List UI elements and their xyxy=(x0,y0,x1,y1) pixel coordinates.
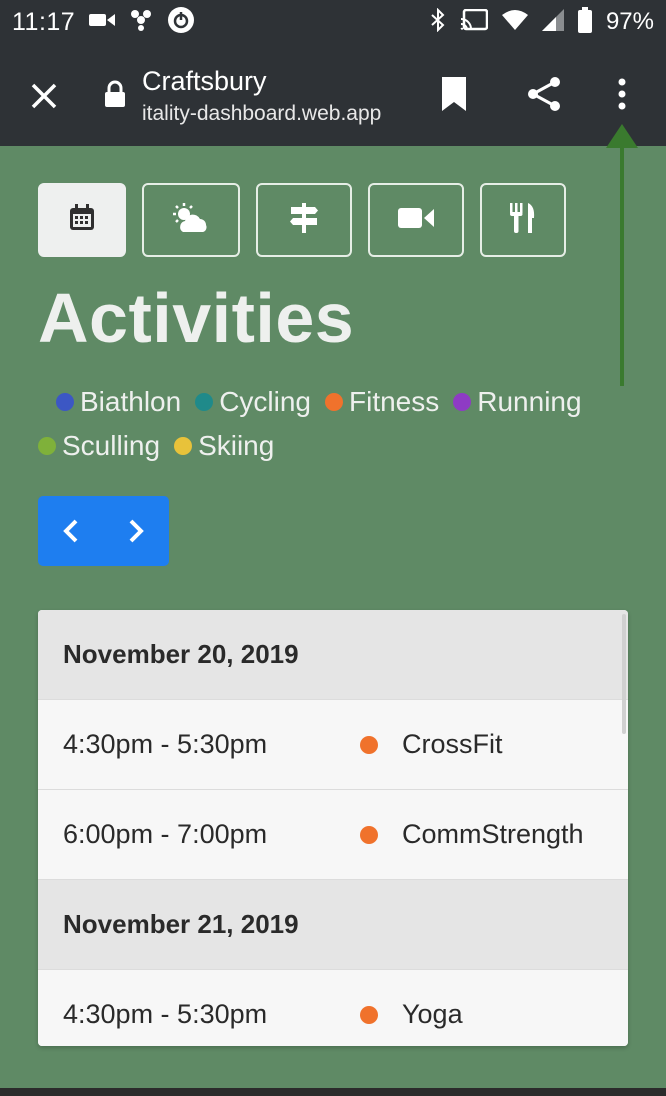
event-time: 6:00pm - 7:00pm xyxy=(63,819,268,849)
bottom-edge xyxy=(0,1088,666,1096)
legend-label: Fitness xyxy=(349,386,440,417)
event-category-dot xyxy=(360,825,378,844)
legend-label: Skiing xyxy=(198,430,275,461)
legend-item-sculling[interactable]: Sculling xyxy=(38,424,160,468)
legend-item-biathlon[interactable]: Biathlon xyxy=(56,380,181,424)
status-left: 11:17 xyxy=(12,6,195,39)
cluster-icon xyxy=(129,8,153,37)
event-category-dot xyxy=(360,1005,378,1024)
legend-label: Sculling xyxy=(62,430,161,461)
status-bar: 11:17 97% xyxy=(0,0,666,44)
utensils-icon xyxy=(508,202,538,239)
power-icon xyxy=(167,6,195,39)
battery-icon xyxy=(577,6,592,38)
chevron-left-icon xyxy=(62,519,78,543)
status-right: 97% xyxy=(430,6,654,38)
bluetooth-icon xyxy=(430,7,446,37)
event-row[interactable]: 4:30pm - 5:30pm CrossFit xyxy=(38,700,628,790)
legend-dot xyxy=(38,437,56,455)
signpost-icon xyxy=(288,202,320,239)
legend-dot xyxy=(325,393,343,411)
tab-dining[interactable] xyxy=(480,183,566,257)
event-row[interactable]: 4:30pm - 5:30pm Yoga xyxy=(38,970,628,1046)
battery-percent: 97% xyxy=(605,8,654,35)
video-camera-icon xyxy=(89,12,116,33)
custom-tab-toolbar: Craftsbury itality-dashboard.web.app xyxy=(0,44,666,146)
event-name: Yoga xyxy=(402,999,463,1029)
legend-item-cycling[interactable]: Cycling xyxy=(195,380,311,424)
wifi-icon xyxy=(501,9,528,36)
status-time: 11:17 xyxy=(12,7,76,36)
previous-button[interactable] xyxy=(51,511,91,551)
activity-legend: Biathlon Cycling Fitness Running Sculling Ski… xyxy=(38,380,598,468)
legend-item-fitness[interactable]: Fitness xyxy=(325,380,439,424)
next-button[interactable] xyxy=(116,511,156,551)
legend-dot xyxy=(453,393,472,411)
tab-video[interactable] xyxy=(368,183,464,257)
annotation-arrow-icon xyxy=(606,124,638,386)
share-icon[interactable] xyxy=(524,74,564,119)
bookmark-icon[interactable] xyxy=(438,74,470,119)
event-row[interactable]: 6:00pm - 7:00pm CommStrength xyxy=(38,790,628,880)
site-title: Craftsbury xyxy=(142,66,267,96)
legend-item-skiing[interactable]: Skiing xyxy=(174,424,274,468)
schedule-list: November 20, 2019 4:30pm - 5:30pm CrossFit… xyxy=(38,610,628,1046)
cast-icon xyxy=(460,8,489,36)
legend-label: Cycling xyxy=(219,386,311,417)
site-url[interactable]: itality-dashboard.web.app xyxy=(142,102,381,126)
calendar-icon xyxy=(67,203,97,238)
chevron-right-icon xyxy=(129,519,145,543)
page-title: Activities xyxy=(38,279,355,357)
event-time: 4:30pm - 5:30pm xyxy=(63,999,268,1029)
legend-dot xyxy=(195,393,214,411)
legend-item-running[interactable]: Running xyxy=(453,380,582,424)
signal-icon xyxy=(541,8,564,36)
tab-calendar[interactable] xyxy=(38,183,126,257)
section-tabs xyxy=(38,183,566,257)
tab-weather[interactable] xyxy=(142,183,240,257)
more-options-icon[interactable] xyxy=(608,74,636,114)
legend-label: Running xyxy=(477,386,582,417)
date-pager xyxy=(38,496,169,566)
video-icon xyxy=(398,206,434,235)
date-header: November 21, 2019 xyxy=(38,880,628,970)
scrollbar[interactable] xyxy=(622,614,626,734)
tab-trails[interactable] xyxy=(256,183,352,257)
event-time: 4:30pm - 5:30pm xyxy=(63,729,268,759)
event-category-dot xyxy=(360,735,378,754)
legend-label: Biathlon xyxy=(80,386,182,417)
weather-icon xyxy=(171,202,211,239)
event-name: CrossFit xyxy=(402,729,503,759)
legend-dot xyxy=(56,393,74,411)
event-name: CommStrength xyxy=(402,819,584,849)
lock-icon xyxy=(104,80,126,113)
legend-dot xyxy=(174,437,193,455)
date-header: November 20, 2019 xyxy=(38,610,628,700)
close-icon[interactable] xyxy=(24,76,64,116)
